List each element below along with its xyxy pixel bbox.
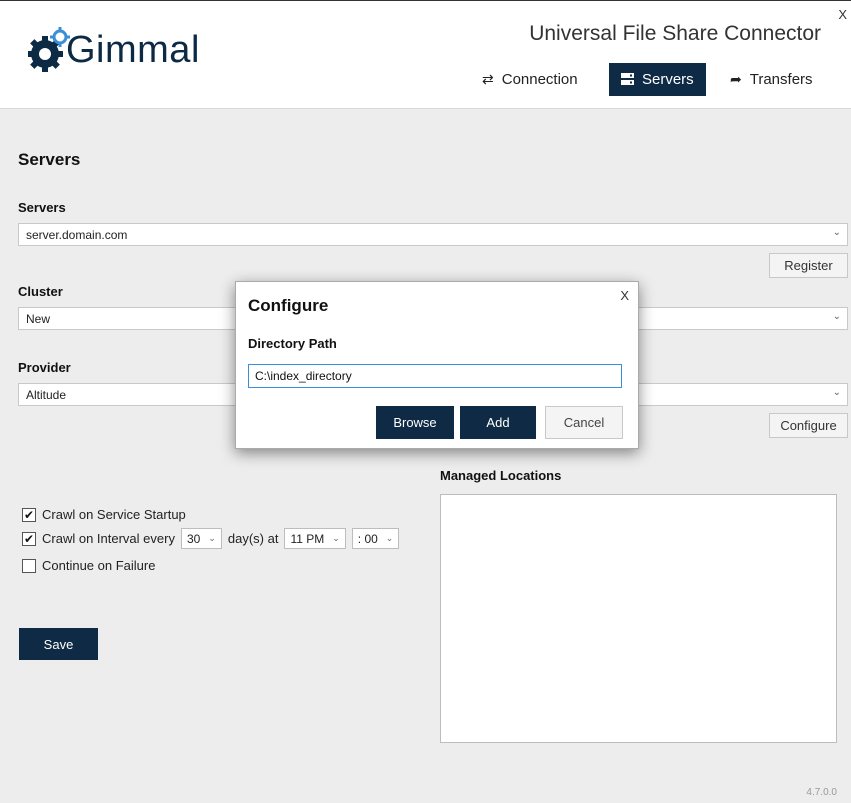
tab-servers-label: Servers <box>642 71 694 88</box>
configure-dialog: Configure X Directory Path Browse Add Ca… <box>235 281 639 449</box>
tab-connection[interactable]: ⇄ Connection <box>470 63 590 96</box>
provider-label: Provider <box>18 360 71 375</box>
version-label: 4.7.0.0 <box>806 787 837 798</box>
continue-failure-label: Continue on Failure <box>42 558 156 573</box>
page-title: Servers <box>18 150 81 169</box>
minute-select[interactable]: : 00 ⌄ <box>351 528 400 549</box>
crawl-interval-label: Crawl on Interval every <box>42 531 175 546</box>
dialog-close-button[interactable]: X <box>620 288 629 303</box>
server-icon <box>621 72 634 88</box>
sync-arrows-icon: ⇄ <box>482 71 494 87</box>
window-close-button[interactable]: X <box>838 7 847 22</box>
days-at-label: day(s) at <box>227 531 279 546</box>
tab-connection-label: Connection <box>501 71 578 88</box>
directory-path-label: Directory Path <box>248 336 337 351</box>
crawl-interval-checkbox[interactable]: ✔ <box>22 531 36 546</box>
cancel-button[interactable]: Cancel <box>545 406 623 439</box>
share-arrow-icon: ➦ <box>730 71 742 87</box>
hour-value: 11 PM <box>290 531 325 546</box>
chevron-down-icon: ⌄ <box>385 533 394 543</box>
tab-transfers-label: Transfers <box>749 71 813 88</box>
directory-path-input[interactable] <box>248 364 622 388</box>
save-button[interactable]: Save <box>19 628 98 660</box>
continue-failure-row: Continue on Failure <box>22 558 155 573</box>
servers-select-value: server.domain.com <box>26 228 128 242</box>
crawl-interval-row: ✔ Crawl on Interval every 30 ⌄ day(s) at… <box>22 528 405 549</box>
cluster-label: Cluster <box>18 284 63 299</box>
interval-value: 30 <box>186 531 201 546</box>
servers-label: Servers <box>18 200 66 215</box>
register-button[interactable]: Register <box>769 253 848 278</box>
crawl-startup-label: Crawl on Service Startup <box>42 507 186 522</box>
crawl-startup-row: ✔ Crawl on Service Startup <box>22 507 186 522</box>
minute-value: : 00 <box>357 531 378 546</box>
crawl-startup-checkbox[interactable]: ✔ <box>22 507 36 522</box>
tab-transfers[interactable]: ➦ Transfers <box>718 63 825 96</box>
app-title: Universal File Share Connector <box>529 22 821 45</box>
chevron-down-icon: ⌄ <box>832 227 841 238</box>
interval-select[interactable]: 30 ⌄ <box>180 528 222 549</box>
servers-select[interactable]: server.domain.com ⌄ <box>18 223 848 246</box>
chevron-down-icon: ⌄ <box>832 311 841 322</box>
configure-button[interactable]: Configure <box>769 413 848 438</box>
provider-select-value: Altitude <box>26 388 67 402</box>
chevron-down-icon: ⌄ <box>208 533 216 543</box>
continue-failure-checkbox[interactable] <box>22 558 36 573</box>
hour-select[interactable]: 11 PM ⌄ <box>284 528 346 549</box>
cluster-select-value: New <box>26 312 51 326</box>
gears-logo-icon <box>27 27 72 73</box>
browse-button[interactable]: Browse <box>376 406 454 439</box>
logo-text: Gimmal <box>66 29 200 71</box>
managed-locations-list[interactable] <box>440 494 837 743</box>
tab-servers[interactable]: Servers <box>609 63 706 96</box>
header: Gimmal Universal File Share Connector X … <box>0 1 851 109</box>
app-window: Gimmal Universal File Share Connector X … <box>0 0 851 803</box>
managed-locations-label: Managed Locations <box>440 468 562 483</box>
add-button[interactable]: Add <box>460 406 536 439</box>
chevron-down-icon: ⌄ <box>832 387 841 398</box>
dialog-title: Configure <box>248 296 329 315</box>
chevron-down-icon: ⌄ <box>332 533 340 543</box>
gimmal-logo: Gimmal <box>27 23 200 73</box>
